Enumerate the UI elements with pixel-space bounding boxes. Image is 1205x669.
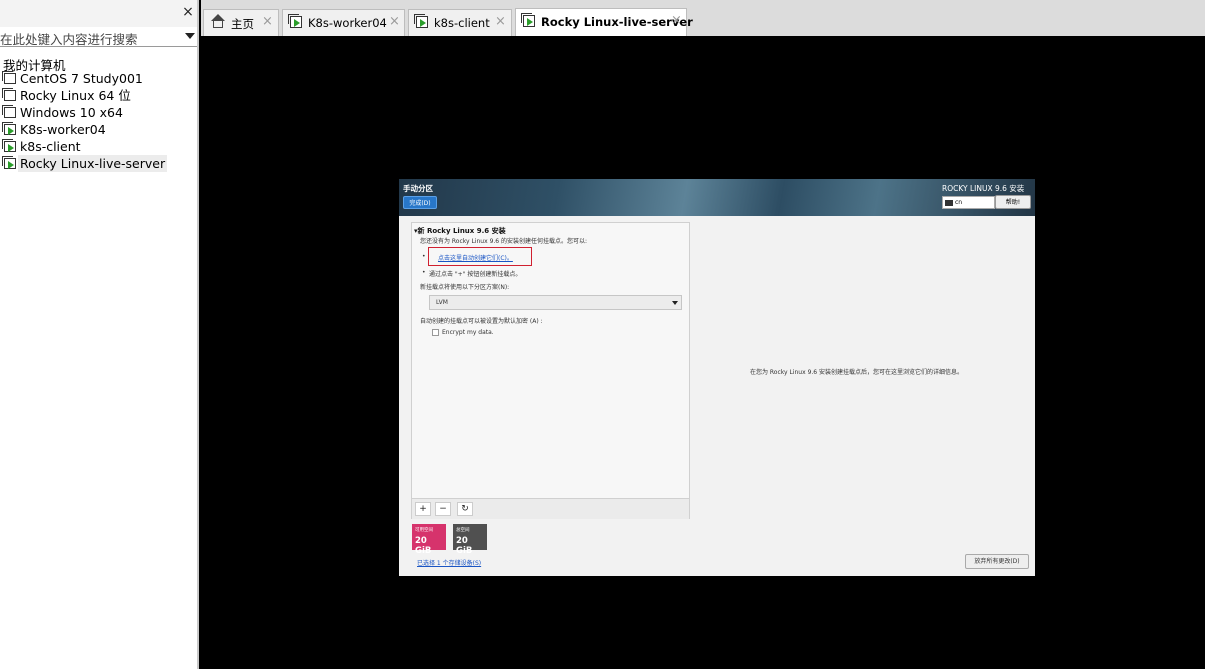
total-space-value: 20 GiB — [456, 536, 473, 556]
remove-mount-point-button[interactable]: − — [435, 502, 451, 516]
available-space-box: 可用空间 20 GiB — [412, 524, 446, 556]
installer-header — [399, 179, 1035, 216]
vm-running-icon — [2, 156, 16, 169]
tree-item-label: Rocky Linux-live-server — [18, 155, 168, 172]
encrypt-checkbox[interactable] — [432, 329, 439, 336]
tree-item-k8s-client[interactable]: k8s-client — [2, 138, 194, 155]
tree-item-label: K8s-worker04 — [20, 122, 106, 137]
tab-rocky-live-server[interactable]: Rocky Linux-live-server × — [515, 8, 693, 36]
no-mounts-text: 您还没有为 Rocky Linux 9.6 的安装创建任何挂载点。您可以: — [420, 238, 588, 245]
page-title: 手动分区 — [403, 184, 433, 193]
tree-item-centos7[interactable]: CentOS 7 Study001 — [2, 70, 194, 87]
tree-item-label: Windows 10 x64 — [20, 105, 123, 120]
close-library-icon[interactable]: × — [181, 4, 195, 20]
close-icon[interactable]: × — [495, 14, 506, 29]
tab-k8s-client[interactable]: k8s-client × — [408, 9, 512, 36]
add-mount-point-button[interactable]: + — [415, 502, 431, 516]
scheme-label: 新挂载点将使用以下分区方案(N): — [420, 284, 510, 291]
tab-k8s-worker04[interactable]: K8s-worker04 × — [282, 9, 405, 36]
refresh-icon[interactable]: ↻ — [457, 502, 473, 516]
tree-item-label: k8s-client — [20, 139, 81, 154]
total-space-label: 总空间 — [456, 528, 470, 533]
close-icon[interactable]: × — [262, 14, 273, 29]
library-panel: × 在此处键入内容进行搜索 我的计算机 CentOS 7 Study001 Ro… — [0, 0, 199, 669]
manual-create-text: 通过点击 "+" 按钮创建新挂载点。 — [429, 271, 522, 278]
vm-icon — [2, 105, 16, 118]
keyboard-layout-indicator[interactable]: cn — [942, 196, 995, 209]
vm-running-icon — [2, 139, 16, 152]
library-header — [0, 0, 197, 27]
vm-icon — [2, 88, 16, 101]
tree-item-rocky-live-server[interactable]: Rocky Linux-live-server — [2, 155, 194, 172]
storage-devices-link[interactable]: 已选择 1 个存储设备(S) — [417, 558, 481, 567]
available-space-label: 可用空间 — [415, 528, 433, 533]
vm-running-icon — [414, 14, 428, 28]
search-placeholder: 在此处键入内容进行搜索 — [0, 32, 138, 47]
search-dropdown-icon[interactable] — [185, 33, 195, 39]
vm-running-icon — [2, 122, 16, 135]
vm-running-icon — [288, 14, 302, 28]
tree-item-label: CentOS 7 Study001 — [20, 71, 143, 86]
partition-scheme-value: LVM — [436, 299, 448, 306]
tab-label: 主页 — [231, 17, 254, 31]
tree-item-rocky64[interactable]: Rocky Linux 64 位 — [2, 87, 194, 104]
os-title: ROCKY LINUX 9.6 安装 — [942, 184, 1025, 193]
encrypt-checkbox-label[interactable]: Encrypt my data. — [442, 329, 494, 336]
bullet: • — [422, 253, 426, 260]
mount-points-pane: ▾新 Rocky Linux 9.6 安装 您还没有为 Rocky Linux … — [411, 222, 690, 519]
available-space-value: 20 GiB — [415, 536, 432, 556]
tree-item-label: Rocky Linux 64 位 — [20, 88, 131, 103]
done-button[interactable]: 完成(D) — [403, 196, 437, 209]
help-button[interactable]: 帮助! — [995, 195, 1031, 209]
installer-window: 手动分区 完成(D) ROCKY LINUX 9.6 安装 cn 帮助! ▾新 … — [399, 179, 1035, 576]
mount-point-toolbar: + − ↻ — [412, 498, 689, 519]
close-icon[interactable]: × — [671, 13, 682, 28]
new-install-section-title[interactable]: ▾新 Rocky Linux 9.6 安装 — [414, 226, 506, 236]
tab-home[interactable]: 主页 × — [203, 9, 279, 36]
vm-icon — [2, 71, 16, 84]
tree-item-k8s-worker04[interactable]: K8s-worker04 — [2, 121, 194, 138]
encrypt-label: 自动创建的挂载点可以被设置为默认加密 (A) : — [420, 318, 543, 325]
tree-item-windows10[interactable]: Windows 10 x64 — [2, 104, 194, 121]
tab-label: k8s-client — [434, 16, 490, 30]
auto-create-link[interactable]: 点击这里自动创建它们(C)。 — [438, 253, 513, 262]
tab-bar: 主页 × K8s-worker04 × k8s-client × Rocky L… — [201, 0, 1205, 36]
keyboard-icon — [945, 199, 953, 206]
discard-changes-button[interactable]: 放弃所有更改(D) — [965, 554, 1029, 569]
partition-scheme-select[interactable]: LVM — [429, 295, 682, 310]
tab-label: K8s-worker04 — [308, 16, 387, 30]
bullet: • — [422, 269, 426, 276]
details-placeholder-text: 在您为 Rocky Linux 9.6 安装创建挂载点后，您可在这里浏览它们的详… — [750, 369, 964, 376]
chevron-down-icon — [672, 301, 678, 305]
home-icon — [211, 14, 225, 28]
close-icon[interactable]: × — [389, 14, 400, 29]
library-search-input[interactable]: 在此处键入内容进行搜索 — [0, 27, 197, 47]
total-space-box: 总空间 20 GiB — [453, 524, 487, 556]
vm-running-icon — [521, 13, 535, 27]
keyboard-layout-label: cn — [955, 199, 963, 206]
